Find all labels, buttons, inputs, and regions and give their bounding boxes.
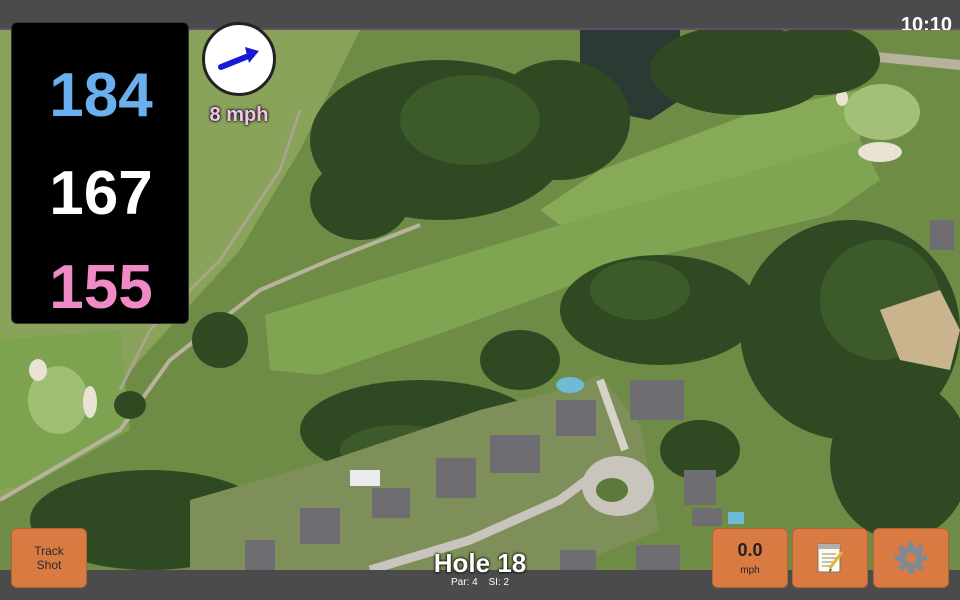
hole-title: Hole 18 — [433, 548, 527, 578]
wind-arrow-icon — [218, 47, 259, 70]
front-distance: 155 — [49, 253, 153, 322]
wind-speed-label: 8 mph — [209, 104, 269, 126]
middle-distance: 167 — [49, 159, 153, 228]
track-shot-button[interactable]: Track Shot — [11, 528, 87, 588]
hole-stroke-index: SI: 2 — [488, 577, 510, 588]
hole-info: Par: 4 SI: 2 — [380, 577, 580, 588]
wind-speed-unit: mph — [740, 565, 760, 576]
back-distance: 184 — [49, 61, 153, 130]
wind-speed-value: 0.0 — [737, 540, 763, 560]
track-shot-label: Track Shot — [34, 544, 64, 572]
notepad-icon — [817, 543, 844, 573]
gear-icon — [895, 542, 927, 574]
wind-direction-indicator — [202, 22, 276, 96]
distance-panel: 184 167 155 — [11, 22, 189, 324]
hole-par: Par: 4 — [450, 577, 478, 588]
settings-button[interactable] — [873, 528, 949, 588]
wind-speed-button[interactable]: 0.0 mph — [712, 528, 788, 588]
notes-button[interactable] — [792, 528, 868, 588]
